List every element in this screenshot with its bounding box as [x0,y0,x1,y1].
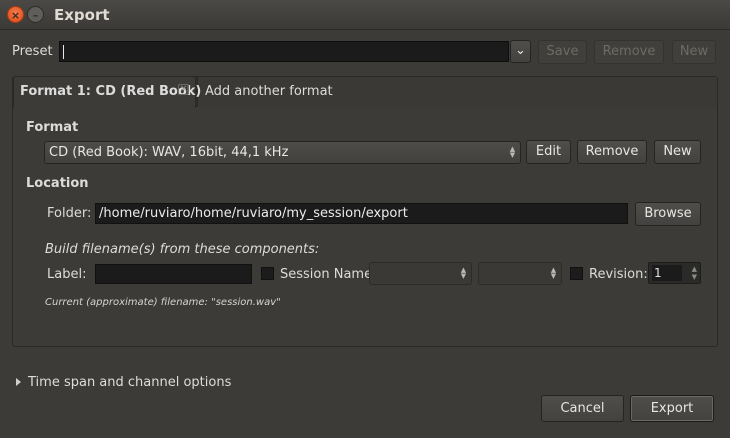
revision-spinner[interactable]: 1 ▲ ▼ [648,262,701,284]
time-format-select[interactable]: ▲ ▼ [478,262,562,285]
updown-arrows-icon: ▲ ▼ [550,266,557,280]
current-filename-text: Current (approximate) filename: "session… [45,297,281,308]
session-name-checkbox[interactable] [261,267,274,280]
preset-label: Preset [12,44,53,59]
preset-remove-button[interactable]: Remove [594,40,664,64]
title-bar: × – Export [0,0,730,30]
preset-input[interactable] [59,41,509,62]
session-name-label: Session Name [280,267,373,282]
cancel-button[interactable]: Cancel [541,395,624,422]
revision-value[interactable]: 1 [652,265,682,281]
updown-arrows-icon: ▲ ▼ [509,145,516,159]
folder-label: Folder: [47,206,92,221]
format-section-title: Format [26,120,79,135]
date-format-select[interactable]: ▲ ▼ [369,262,472,285]
preset-save-button[interactable]: Save [538,40,587,64]
filename-components-heading: Build filename(s) from these components: [45,242,320,257]
format-select[interactable]: CD (Red Book): WAV, 16bit, 44,1 kHz ▲ ▼ [44,141,521,164]
tab-format-1[interactable]: Format 1: CD (Red Book) [13,76,201,108]
tab-add-format-label: Add another format [205,84,333,99]
folder-input[interactable]: /home/ruviaro/home/ruviaro/my_session/ex… [95,203,628,224]
format-select-value: CD (Red Book): WAV, 16bit, 44,1 kHz [49,145,289,160]
format-remove-button[interactable]: Remove [577,140,647,164]
spinner-arrows-icon[interactable]: ▲ ▼ [692,265,697,281]
export-button[interactable]: Export [630,395,714,422]
tab-format-1-label: Format 1: CD (Red Book) [20,84,202,99]
window-title: Export [54,6,110,24]
preset-dropdown-button[interactable]: ⌄ [510,40,531,63]
revision-label: Revision: [589,267,648,282]
expander-arrow-icon[interactable] [16,378,21,386]
time-span-expander-label[interactable]: Time span and channel options [28,375,231,390]
label-input[interactable] [95,264,252,284]
chevron-down-icon: ⌄ [515,43,526,58]
revision-checkbox[interactable] [570,267,583,280]
close-tab-icon[interactable]: × [178,84,189,95]
format-new-button[interactable]: New [654,140,701,164]
location-section-title: Location [26,176,89,191]
updown-arrows-icon: ▲ ▼ [460,266,467,280]
label-field-label: Label: [47,267,87,282]
minimize-window-button[interactable]: – [27,6,44,23]
preset-new-button[interactable]: New [672,40,716,64]
tab-add-format[interactable]: Add another format [197,77,717,107]
text-cursor [63,44,64,59]
close-window-button[interactable]: × [7,6,24,23]
browse-button[interactable]: Browse [635,202,701,226]
format-edit-button[interactable]: Edit [526,140,571,164]
